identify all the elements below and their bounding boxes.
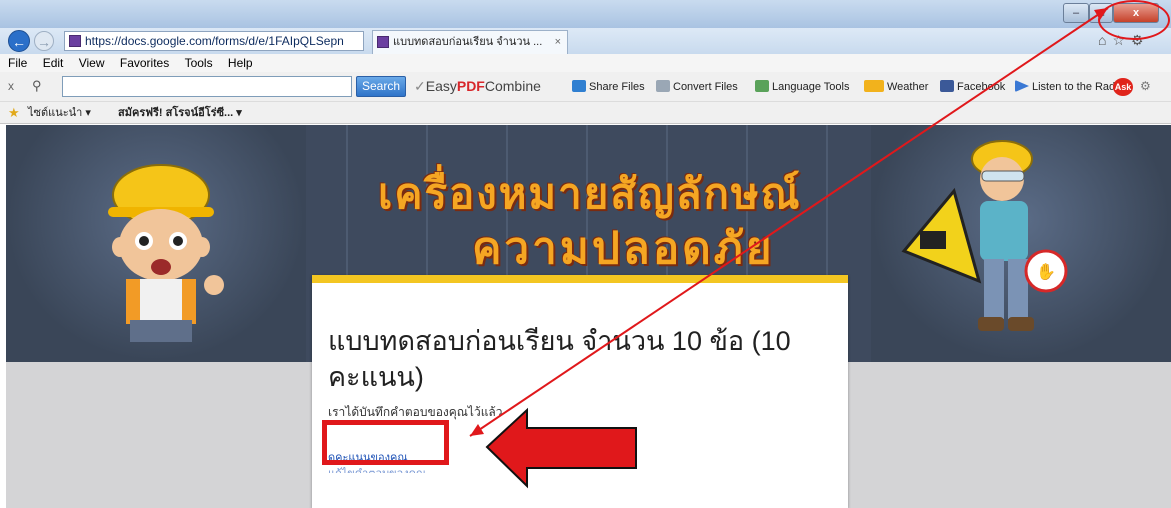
screenshot: – □ x ← → https://docs.google.com/forms/…: [0, 0, 1171, 508]
left-arrow-annotation: [485, 407, 637, 489]
annotation-arrowhead-top: [1094, 8, 1108, 20]
annotation-overlay: [469, 7, 1109, 489]
annotation-arrowhead-bottom: [470, 424, 484, 436]
annotation-line: [469, 7, 1109, 437]
